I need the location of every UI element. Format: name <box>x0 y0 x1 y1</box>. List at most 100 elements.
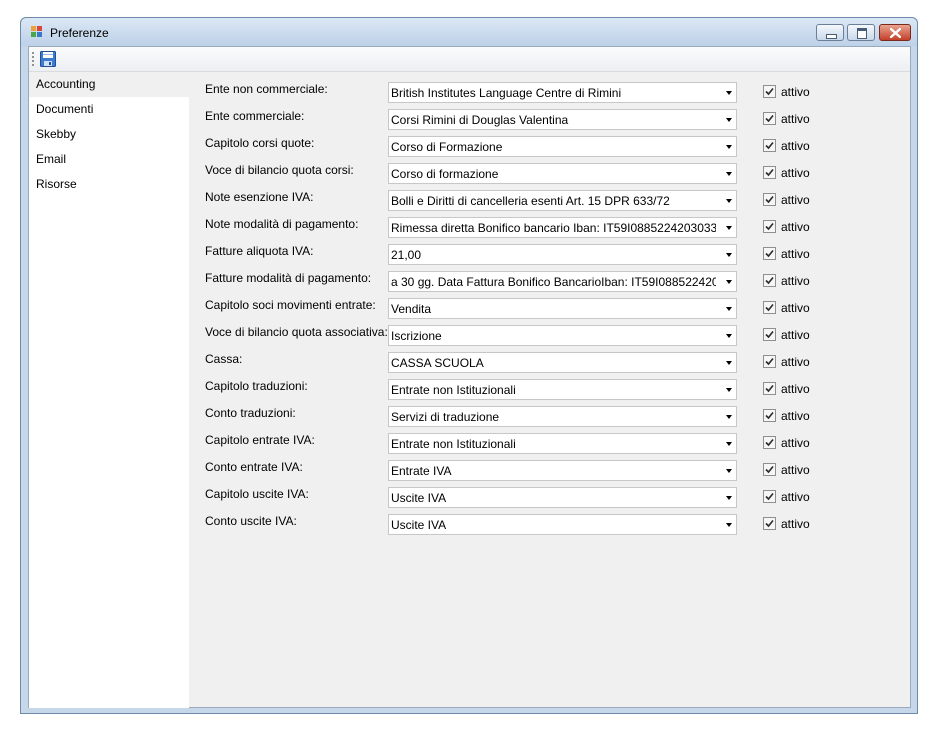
chevron-down-icon[interactable] <box>726 145 732 149</box>
active-checkbox[interactable] <box>763 85 776 98</box>
sidebar-item-accounting[interactable]: Accounting <box>29 72 189 97</box>
active-checkbox[interactable] <box>763 139 776 152</box>
active-checkbox-label[interactable]: attivo <box>781 490 810 504</box>
active-checkbox-label[interactable]: attivo <box>781 436 810 450</box>
chevron-down-icon[interactable] <box>726 388 732 392</box>
active-checkbox-label[interactable]: attivo <box>781 85 810 99</box>
field-dropdown[interactable]: Vendita <box>388 298 737 319</box>
form-row: Cassa: CASSA SCUOLA attivo <box>189 352 909 374</box>
chevron-down-icon[interactable] <box>726 415 732 419</box>
field-dropdown[interactable]: Bolli e Diritti di cancelleria esenti Ar… <box>388 190 737 211</box>
active-checkbox-label[interactable]: attivo <box>781 220 810 234</box>
toolbar-grip[interactable] <box>32 51 34 67</box>
form-row: Ente non commerciale: British Institutes … <box>189 82 909 104</box>
chevron-down-icon[interactable] <box>726 280 732 284</box>
field-dropdown[interactable]: Iscrizione <box>388 325 737 346</box>
chevron-down-icon[interactable] <box>726 496 732 500</box>
dropdown-value: Iscrizione <box>391 329 442 343</box>
active-checkbox[interactable] <box>763 355 776 368</box>
active-checkbox-label[interactable]: attivo <box>781 382 810 396</box>
chevron-down-icon[interactable] <box>726 118 732 122</box>
field-label: Note esenzione IVA: <box>205 190 314 204</box>
active-checkbox[interactable] <box>763 463 776 476</box>
active-checkbox[interactable] <box>763 247 776 260</box>
title-bar[interactable]: Preferenze <box>21 18 917 46</box>
checkmark-icon <box>765 168 774 177</box>
checkmark-icon <box>765 438 774 447</box>
maximize-icon <box>857 28 867 39</box>
field-label: Conto traduzioni: <box>205 406 296 420</box>
chevron-down-icon[interactable] <box>726 199 732 203</box>
active-checkbox-label[interactable]: attivo <box>781 112 810 126</box>
sidebar-item-risorse[interactable]: Risorse <box>29 172 189 197</box>
field-dropdown[interactable]: Corso di Formazione <box>388 136 737 157</box>
field-dropdown[interactable]: Corsi Rimini di Douglas Valentina <box>388 109 737 130</box>
checkmark-icon <box>765 222 774 231</box>
window-title: Preferenze <box>50 26 109 40</box>
chevron-down-icon[interactable] <box>726 172 732 176</box>
chevron-down-icon[interactable] <box>726 307 732 311</box>
dropdown-value: Uscite IVA <box>391 491 447 505</box>
active-checkbox[interactable] <box>763 193 776 206</box>
field-dropdown[interactable]: Servizi di traduzione <box>388 406 737 427</box>
active-checkbox-label[interactable]: attivo <box>781 301 810 315</box>
active-checkbox-label[interactable]: attivo <box>781 517 810 531</box>
field-dropdown[interactable]: 21,00 <box>388 244 737 265</box>
field-label: Capitolo entrate IVA: <box>205 433 315 447</box>
field-dropdown[interactable]: Entrate non Istituzionali <box>388 379 737 400</box>
chevron-down-icon[interactable] <box>726 469 732 473</box>
chevron-down-icon[interactable] <box>726 334 732 338</box>
chevron-down-icon[interactable] <box>726 253 732 257</box>
toolbar <box>29 47 910 72</box>
active-checkbox[interactable] <box>763 490 776 503</box>
close-button[interactable] <box>879 24 911 41</box>
field-dropdown[interactable]: Uscite IVA <box>388 514 737 535</box>
active-checkbox-label[interactable]: attivo <box>781 193 810 207</box>
active-checkbox[interactable] <box>763 436 776 449</box>
chevron-down-icon[interactable] <box>726 523 732 527</box>
active-checkbox-label[interactable]: attivo <box>781 274 810 288</box>
chevron-down-icon[interactable] <box>726 442 732 446</box>
field-dropdown[interactable]: British Institutes Language Centre di Ri… <box>388 82 737 103</box>
form-row: Capitolo corsi quote: Corso di Formazione… <box>189 136 909 158</box>
active-checkbox-label[interactable]: attivo <box>781 463 810 477</box>
active-checkbox[interactable] <box>763 112 776 125</box>
chevron-down-icon[interactable] <box>726 226 732 230</box>
active-checkbox[interactable] <box>763 409 776 422</box>
preferences-window: Preferenze Accounting Documenti Skebby E… <box>20 17 918 714</box>
sidebar-item-skebby[interactable]: Skebby <box>29 122 189 147</box>
active-checkbox-label[interactable]: attivo <box>781 328 810 342</box>
checkmark-icon <box>765 492 774 501</box>
field-dropdown[interactable]: Uscite IVA <box>388 487 737 508</box>
field-dropdown[interactable]: Entrate IVA <box>388 460 737 481</box>
sidebar: Accounting Documenti Skebby Email Risors… <box>29 72 189 708</box>
active-checkbox[interactable] <box>763 166 776 179</box>
sidebar-item-email[interactable]: Email <box>29 147 189 172</box>
active-checkbox-label[interactable]: attivo <box>781 139 810 153</box>
active-checkbox-label[interactable]: attivo <box>781 409 810 423</box>
minimize-button[interactable] <box>816 24 844 41</box>
active-checkbox-label[interactable]: attivo <box>781 247 810 261</box>
active-checkbox[interactable] <box>763 274 776 287</box>
field-label: Conto uscite IVA: <box>205 514 297 528</box>
field-dropdown[interactable]: Entrate non Istituzionali <box>388 433 737 454</box>
field-dropdown[interactable]: a 30 gg. Data Fattura Bonifico BancarioI… <box>388 271 737 292</box>
chevron-down-icon[interactable] <box>726 91 732 95</box>
sidebar-item-documenti[interactable]: Documenti <box>29 97 189 122</box>
save-button[interactable] <box>39 50 57 68</box>
active-checkbox[interactable] <box>763 517 776 530</box>
chevron-down-icon[interactable] <box>726 361 732 365</box>
active-checkbox[interactable] <box>763 220 776 233</box>
checkmark-icon <box>765 330 774 339</box>
field-dropdown[interactable]: CASSA SCUOLA <box>388 352 737 373</box>
active-checkbox[interactable] <box>763 328 776 341</box>
checkmark-icon <box>765 249 774 258</box>
active-checkbox-label[interactable]: attivo <box>781 355 810 369</box>
active-checkbox[interactable] <box>763 382 776 395</box>
dropdown-value: a 30 gg. Data Fattura Bonifico BancarioI… <box>391 275 716 289</box>
active-checkbox[interactable] <box>763 301 776 314</box>
field-dropdown[interactable]: Corso di formazione <box>388 163 737 184</box>
active-checkbox-label[interactable]: attivo <box>781 166 810 180</box>
maximize-button[interactable] <box>847 24 875 41</box>
field-dropdown[interactable]: Rimessa diretta Bonifico bancario Iban: … <box>388 217 737 238</box>
